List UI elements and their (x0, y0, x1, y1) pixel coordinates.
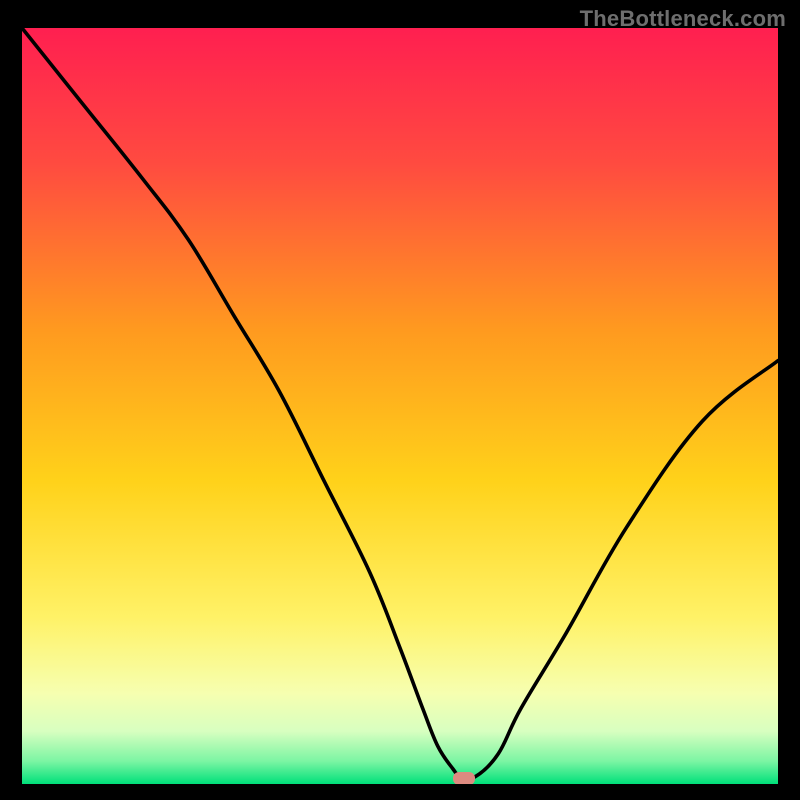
gradient-background (22, 28, 778, 784)
plot-svg (22, 28, 778, 784)
watermark-text: TheBottleneck.com (580, 6, 786, 32)
plot-area (22, 28, 778, 784)
optimal-marker (453, 772, 475, 784)
chart-frame: TheBottleneck.com (0, 0, 800, 800)
